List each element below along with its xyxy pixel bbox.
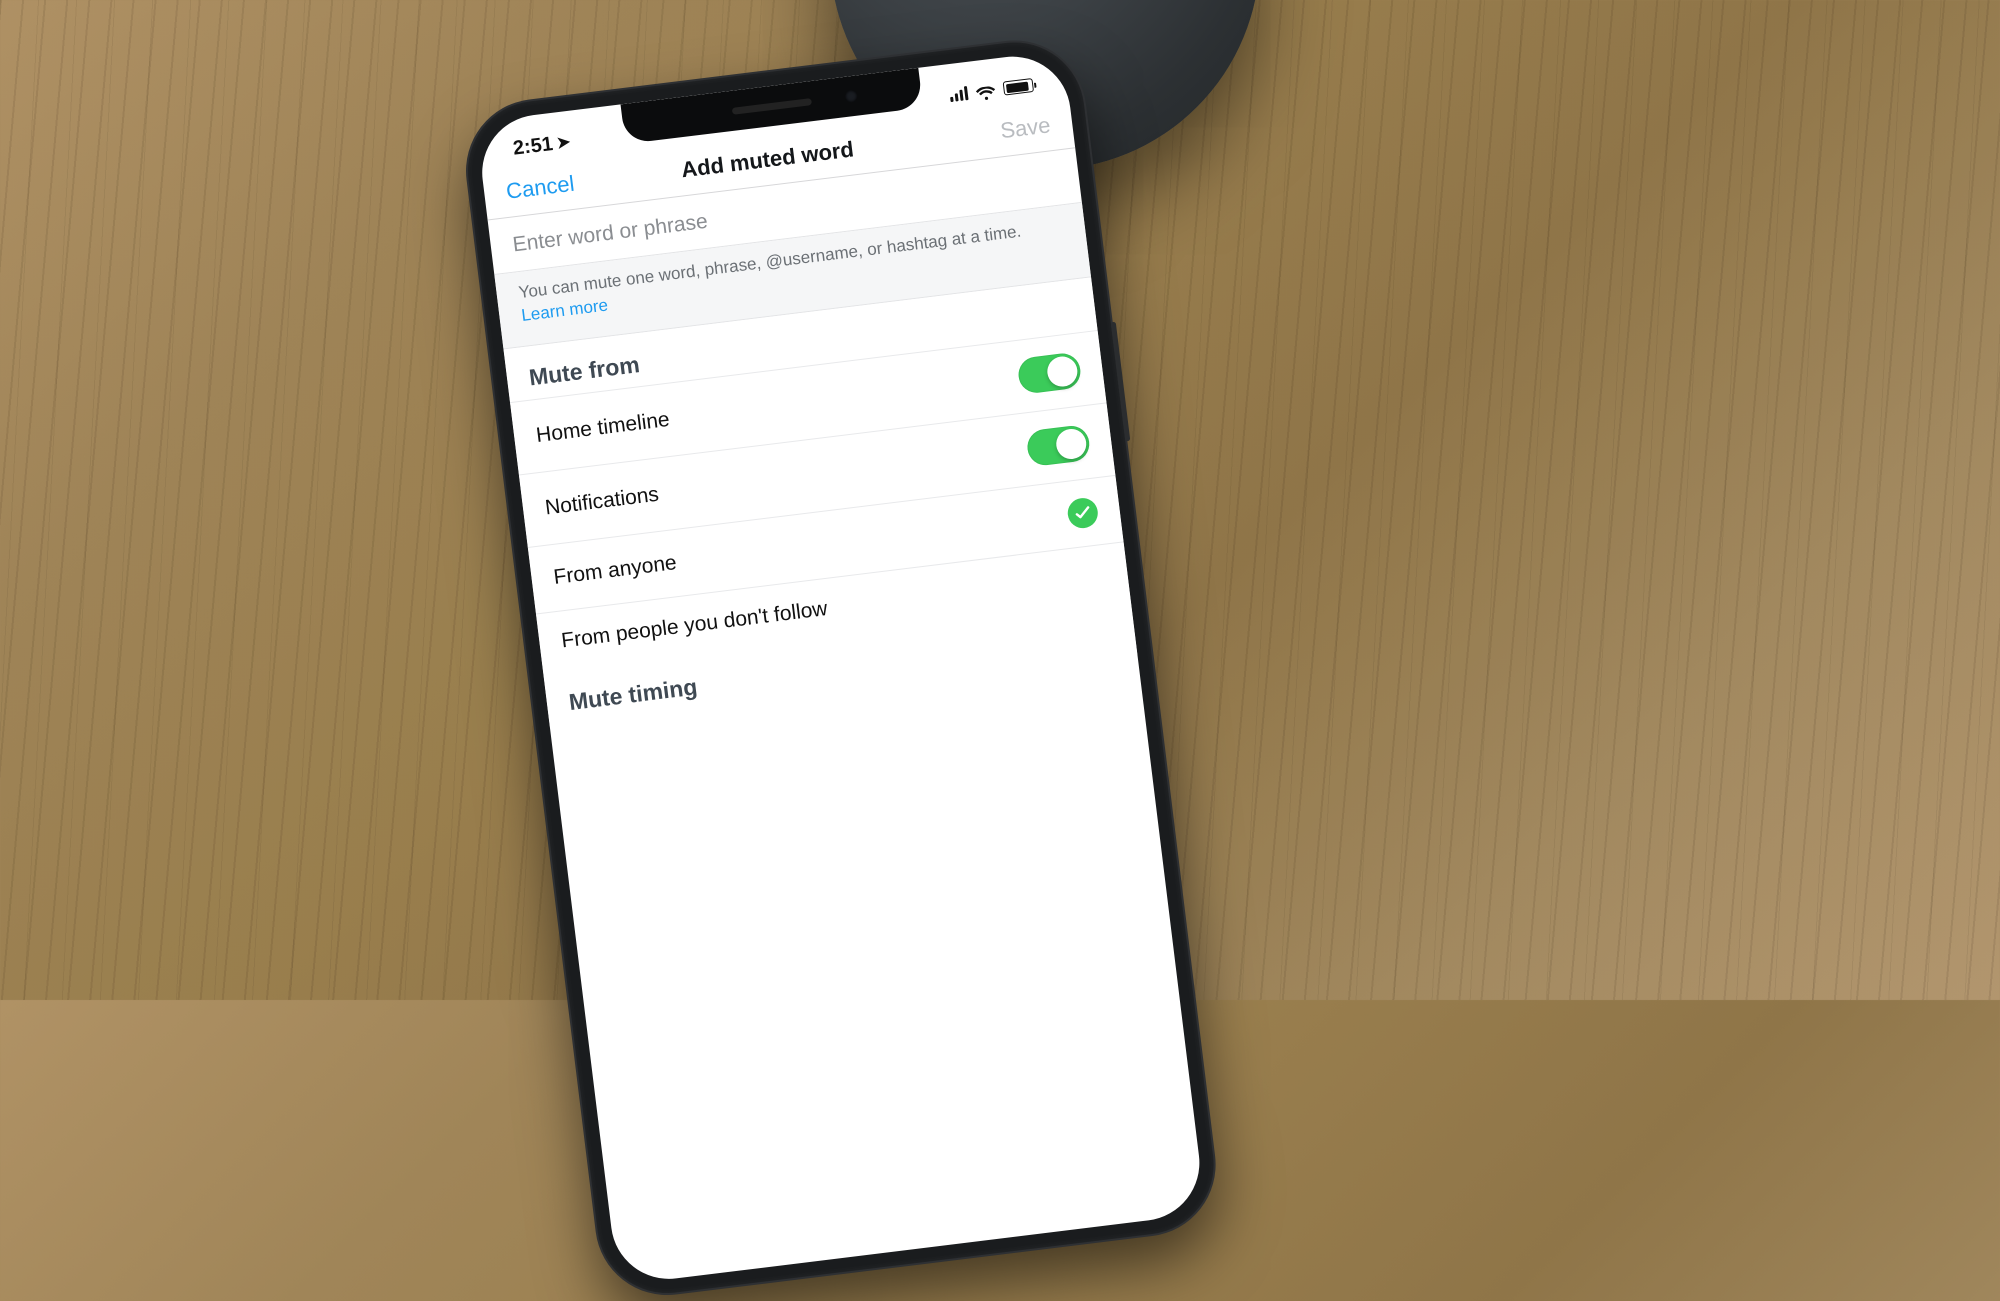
- save-button[interactable]: Save: [999, 112, 1052, 144]
- battery-icon: [1003, 78, 1034, 96]
- front-camera: [845, 90, 858, 103]
- speaker-grille: [732, 98, 812, 115]
- row-label: From anyone: [552, 551, 678, 590]
- check-icon: [1066, 496, 1099, 529]
- toggle-notifications[interactable]: [1025, 424, 1091, 467]
- row-label: Notifications: [544, 483, 660, 521]
- cellular-signal-icon: [949, 86, 969, 102]
- location-icon: ➤: [556, 132, 572, 153]
- wifi-icon: [975, 83, 997, 99]
- status-time: 2:51: [512, 133, 555, 161]
- toggle-home-timeline[interactable]: [1016, 351, 1082, 394]
- row-label: Home timeline: [535, 408, 671, 448]
- phone-screen: 2:51 ➤ Cancel Add muted word Save: [476, 50, 1206, 1285]
